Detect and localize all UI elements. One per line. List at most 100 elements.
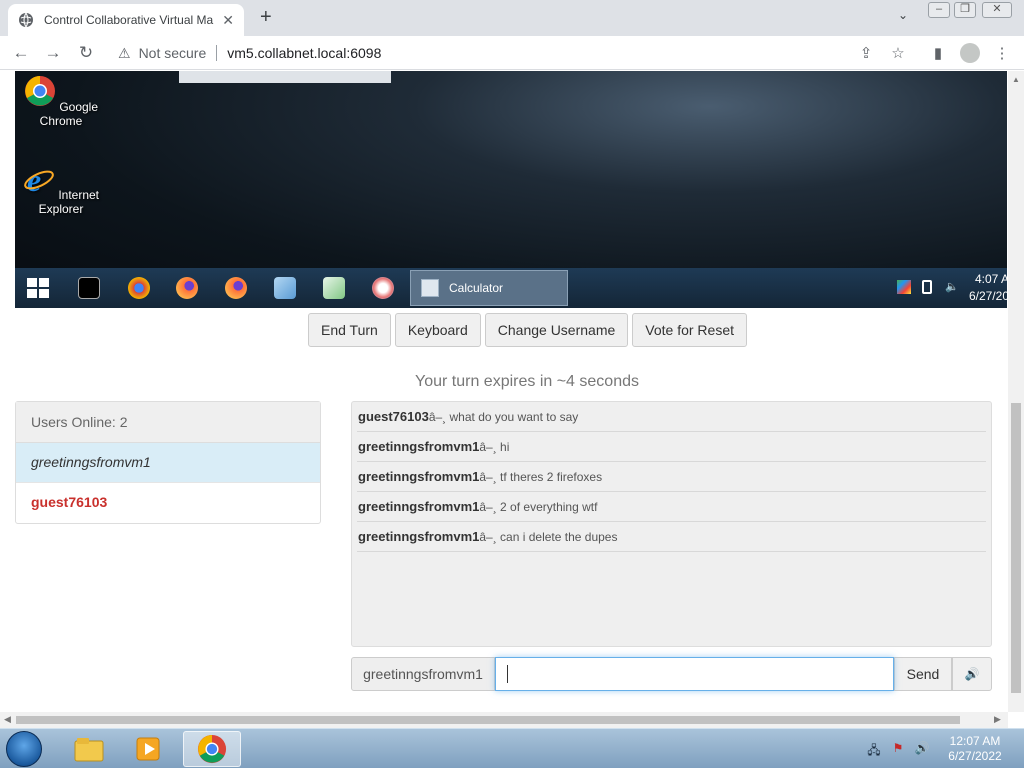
chat-message: guest76103â–¸ what do you want to say [357,402,986,432]
vm-clock-date: 6/27/20 [968,289,1007,303]
vote-reset-button[interactable]: Vote for Reset [632,313,747,347]
chat-message: greetinngsfromvm1â–¸ can i delete the du… [357,522,986,552]
send-button[interactable]: Send [894,657,952,691]
volume-muted-icon[interactable]: 🔈 [945,280,959,294]
host-clock-date: 6/27/2022 [948,749,1002,763]
vertical-scrollbar[interactable]: ▲ [1008,71,1024,712]
browser-tab[interactable]: Control Collaborative Virtual Ma ✕ [8,4,244,36]
notepad-icon[interactable] [274,277,296,299]
chat-username: greetinngsfromvm1 [358,529,480,544]
action-center-icon[interactable]: ⚑ [890,741,906,757]
vm-clock-time: 4:07 A [974,272,1007,286]
chat-message: greetinngsfromvm1â–¸ 2 of everything wtf [357,492,986,522]
security-label[interactable]: Not secure [139,45,207,61]
chat-message: greetinngsfromvm1â–¸ hi [357,432,986,462]
page-content: Google Chrome e Internet Explorer Calcul… [0,71,1008,712]
scroll-left-icon[interactable]: ◀ [4,714,11,725]
firefox-icon[interactable] [225,277,247,299]
change-username-button[interactable]: Change Username [484,313,629,347]
desktop-icon-ie[interactable]: e Internet Explorer [15,162,107,216]
host-taskbar: 🖧 ⚑ 🔊 12:07 AM 6/27/2022 [0,728,1024,768]
globe-icon [19,12,33,28]
chat-username: guest76103 [358,409,429,424]
vm-calculator-task[interactable]: Calculator [410,270,568,306]
network-icon[interactable]: 🖧 [866,741,882,757]
chat-username: greetinngsfromvm1 [358,439,480,454]
forward-arrow-icon[interactable]: → [42,42,64,64]
chat-separator: â–¸ [479,500,497,514]
user-list-item[interactable]: greetinngsfromvm1 [16,443,320,483]
scroll-thumb[interactable] [16,716,960,724]
tab-search-chevron-icon[interactable]: ⌄ [898,8,908,22]
scroll-right-icon[interactable]: ▶ [994,714,1001,725]
volume-icon[interactable]: 🔊 [914,741,930,757]
control-buttons: End Turn Keyboard Change Username Vote f… [308,313,747,347]
vm-window-strip [179,71,391,83]
profile-avatar[interactable] [960,43,980,63]
close-window-icon[interactable]: ✕ [982,2,1012,18]
chat-input-row: greetinngsfromvm1 Send 🔊 [351,657,992,691]
horizontal-scrollbar[interactable]: ◀ ▶ [0,712,1008,728]
divider [216,45,218,61]
users-online-header: Users Online: 2 [16,402,320,443]
address-bar[interactable]: ⚠ Not secure vm5.collabnet.local:6098 [110,40,910,66]
restore-icon[interactable]: ❐ [954,2,976,18]
share-icon[interactable]: ⇪ [856,44,876,64]
vm-task-label: Calculator [449,281,504,295]
chat-separator: â–¸ [479,530,497,544]
chrome-icon [197,734,227,764]
chrome-icon[interactable] [128,277,150,299]
sound-toggle-icon[interactable]: 🔊 [952,657,992,691]
battery-icon[interactable] [922,280,932,294]
windows-start-icon[interactable] [27,278,49,298]
vm-clock[interactable]: 4:07 A 6/27/20 [965,271,1007,305]
new-tab-button[interactable]: + [260,6,272,29]
host-clock-time: 12:07 AM [949,734,1001,748]
desktop-icon-chrome[interactable]: Google Chrome [15,75,107,128]
chat-text: hi [496,440,510,454]
keyboard-button[interactable]: Keyboard [394,313,481,347]
turn-status: Your turn expires in ~4 seconds [415,373,639,390]
explorer-taskbar-button[interactable] [60,731,118,767]
vm-screen[interactable]: Google Chrome e Internet Explorer Calcul… [15,71,1007,308]
chat-username: greetinngsfromvm1 [358,469,480,484]
chat-message-input[interactable] [495,657,894,691]
chat-message: greetinngsfromvm1â–¸ tf theres 2 firefox… [357,462,986,492]
side-panel-icon[interactable]: ▮ [928,44,948,64]
cmd-icon[interactable] [78,277,100,299]
warning-icon[interactable]: ⚠ [118,45,131,62]
text-caret [507,665,508,683]
firefox-icon[interactable] [176,277,198,299]
chat-text: can i delete the dupes [496,530,618,544]
chat-username: greetinngsfromvm1 [358,499,480,514]
chat-separator: â–¸ [479,470,497,484]
url-text[interactable]: vm5.collabnet.local:6098 [227,45,381,61]
end-turn-button[interactable]: End Turn [308,313,391,347]
tab-close-icon[interactable]: ✕ [222,12,234,29]
minimize-icon[interactable]: – [928,2,950,18]
media-player-icon [136,737,160,761]
notepad-plus-icon[interactable] [323,277,345,299]
back-arrow-icon[interactable]: ← [10,42,32,64]
host-clock[interactable]: 12:07 AM 6/27/2022 [944,734,1006,764]
chat-log[interactable]: guest76103â–¸ what do you want to say gr… [351,401,992,647]
windows-orb-icon[interactable] [6,731,42,767]
color-tray-icon[interactable] [897,280,911,294]
bookmark-star-icon[interactable]: ☆ [888,44,908,64]
user-list-item[interactable]: guest76103 [16,483,320,523]
scroll-thumb[interactable] [1011,403,1021,693]
menu-kebab-icon[interactable]: ⋮ [992,44,1012,64]
internet-explorer-icon: e [24,162,54,198]
chrome-taskbar-button[interactable] [183,731,241,767]
vm-taskbar: Calculator 🔈 4:07 A 6/27/20 [15,268,1007,308]
media-player-taskbar-button[interactable] [120,731,178,767]
tab-title: Control Collaborative Virtual Ma [44,13,214,27]
folder-icon [74,738,104,762]
chat-separator: â–¸ [428,410,447,424]
users-panel: Users Online: 2 greetinngsfromvm1 guest7… [15,401,321,524]
paint-icon[interactable] [372,277,394,299]
reload-icon[interactable]: ↻ [75,42,97,64]
chat-text: what do you want to say [446,410,579,424]
chat-text: tf theres 2 firefoxes [496,470,603,484]
scroll-up-icon[interactable]: ▲ [1012,75,1020,84]
